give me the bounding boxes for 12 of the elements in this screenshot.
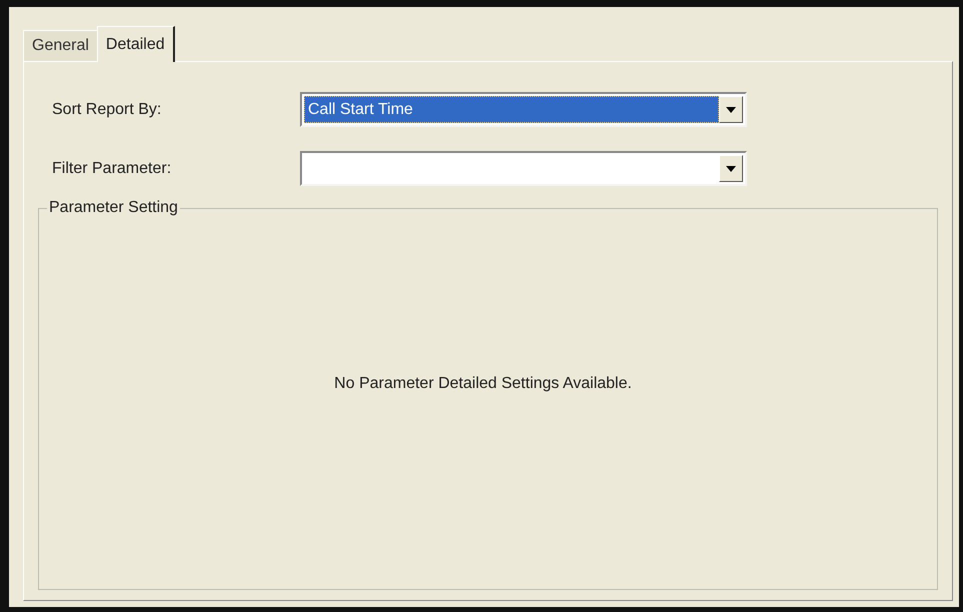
field-label: Sort Report By: xyxy=(51,100,162,120)
dropdown-button[interactable] xyxy=(719,96,743,123)
dropdown[interactable]: Call Start Time xyxy=(300,92,747,127)
dropdown-value: Call Start Time xyxy=(304,96,719,123)
empty-message: No Parameter Detailed Settings Available. xyxy=(334,374,632,394)
caret-icon xyxy=(726,106,736,112)
field-label: Filter Parameter: xyxy=(51,158,172,178)
dropdown-button[interactable] xyxy=(719,155,743,182)
tab[interactable]: General xyxy=(23,30,97,61)
group-legend: Parameter Setting xyxy=(47,198,180,218)
tab[interactable]: Detailed xyxy=(96,26,175,62)
caret-icon xyxy=(726,166,736,172)
